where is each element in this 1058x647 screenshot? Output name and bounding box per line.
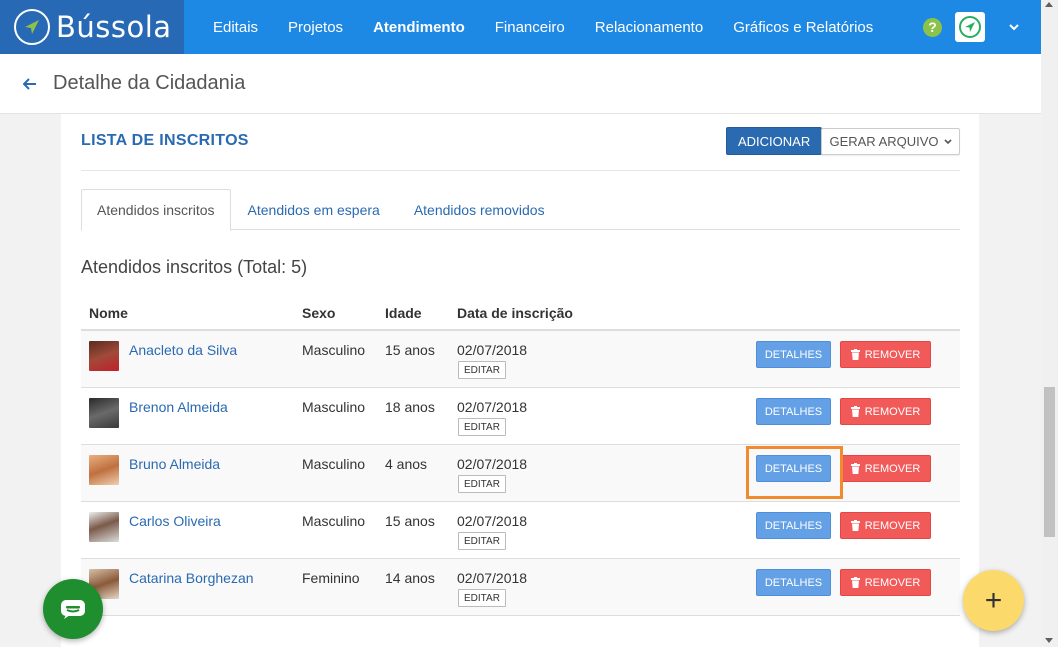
remove-label: REMOVER — [864, 348, 921, 361]
plus-icon: + — [984, 583, 1003, 617]
add-fab-button[interactable]: + — [963, 570, 1024, 631]
trash-icon — [850, 520, 860, 531]
remove-button[interactable]: REMOVER — [840, 512, 931, 539]
remove-label: REMOVER — [864, 462, 921, 475]
nav-item-graficos-relatorios[interactable]: Gráficos e Relatórios — [718, 19, 888, 36]
nav-item-financeiro[interactable]: Financeiro — [480, 19, 580, 36]
column-header-sex: Sexo — [302, 305, 336, 321]
column-header-name: Nome — [89, 305, 128, 321]
page-scrollbar[interactable] — [1041, 0, 1058, 647]
age-cell: 14 anos — [385, 570, 435, 586]
table-row: Carlos Oliveira Masculino 15 anos 02/07/… — [81, 502, 960, 559]
remove-button[interactable]: REMOVER — [840, 455, 931, 482]
chat-button[interactable] — [43, 579, 103, 639]
trash-icon — [850, 577, 860, 588]
age-cell: 15 anos — [385, 513, 435, 529]
edit-button[interactable]: EDITAR — [458, 532, 506, 550]
edit-button[interactable]: EDITAR — [458, 418, 506, 436]
card-title: LISTA DE INSCRITOS — [81, 132, 249, 149]
table-row: Catarina Borghezan Feminino 14 anos 02/0… — [81, 559, 960, 616]
help-icon[interactable]: ? — [923, 17, 942, 37]
subscriber-name-link[interactable]: Bruno Almeida — [129, 456, 220, 472]
nav-item-editais[interactable]: Editais — [198, 19, 273, 36]
remove-button[interactable]: REMOVER — [840, 569, 931, 596]
scroll-up-arrow-icon[interactable] — [1045, 2, 1053, 7]
avatar — [89, 455, 119, 485]
nav-item-projetos[interactable]: Projetos — [273, 19, 358, 36]
sex-cell: Masculino — [302, 513, 366, 529]
age-cell: 15 anos — [385, 342, 435, 358]
trash-icon — [850, 463, 860, 474]
sex-cell: Masculino — [302, 342, 366, 358]
subscriber-name-link[interactable]: Catarina Borghezan — [129, 570, 254, 586]
back-arrow-icon[interactable] — [23, 77, 37, 90]
top-navbar: Bússola Editais Projetos Atendimento Fin… — [0, 0, 1041, 54]
subscribers-card: LISTA DE INSCRITOS ADICIONAR GERAR ARQUI… — [61, 114, 979, 647]
age-cell: 18 anos — [385, 399, 435, 415]
subscriber-name-link[interactable]: Anacleto da Silva — [129, 342, 237, 358]
generate-file-label: GERAR ARQUIVO — [829, 134, 939, 149]
remove-label: REMOVER — [864, 519, 921, 532]
details-button[interactable]: DETALHES — [756, 512, 831, 539]
age-cell: 4 anos — [385, 456, 428, 472]
edit-button[interactable]: EDITAR — [458, 589, 506, 607]
trash-icon — [850, 406, 860, 417]
card-header: LISTA DE INSCRITOS ADICIONAR GERAR ARQUI… — [81, 114, 960, 171]
user-avatar[interactable] — [955, 12, 985, 42]
edit-button[interactable]: EDITAR — [458, 475, 506, 493]
tabs: Atendidos inscritos Atendidos em espera … — [81, 189, 960, 231]
remove-label: REMOVER — [864, 405, 921, 418]
details-button[interactable]: DETALHES — [756, 398, 831, 425]
page-header: Detalhe da Cidadania — [0, 54, 1041, 114]
tab-atendidos-inscritos[interactable]: Atendidos inscritos — [81, 189, 231, 231]
add-button[interactable]: ADICIONAR — [726, 127, 823, 155]
date-cell: 02/07/2018 — [457, 399, 528, 415]
sex-cell: Masculino — [302, 399, 366, 415]
subscriber-name-link[interactable]: Carlos Oliveira — [129, 513, 221, 529]
trash-icon — [850, 349, 860, 360]
scroll-thumb[interactable] — [1044, 387, 1055, 537]
chevron-down-icon — [943, 138, 952, 145]
generate-file-button[interactable]: GERAR ARQUIVO — [821, 128, 960, 155]
date-cell: 02/07/2018 — [457, 570, 528, 586]
scroll-down-arrow-icon[interactable] — [1045, 638, 1053, 643]
sex-cell: Feminino — [302, 570, 360, 586]
date-cell: 02/07/2018 — [457, 513, 528, 529]
nav-item-atendimento[interactable]: Atendimento — [358, 19, 480, 36]
avatar — [89, 398, 119, 428]
sex-cell: Masculino — [302, 456, 366, 472]
list-heading: Atendidos inscritos (Total: 5) — [81, 257, 308, 277]
compass-avatar-icon — [959, 16, 981, 38]
avatar — [89, 512, 119, 542]
remove-button[interactable]: REMOVER — [840, 398, 931, 425]
table-row: Anacleto da Silva Masculino 15 anos 02/0… — [81, 331, 960, 388]
details-button[interactable]: DETALHES — [756, 455, 831, 482]
page-title: Detalhe da Cidadania — [53, 72, 246, 94]
brand-name: Bússola — [56, 10, 172, 44]
subscriber-name-link[interactable]: Brenon Almeida — [129, 399, 228, 415]
remove-button[interactable]: REMOVER — [840, 341, 931, 368]
details-button[interactable]: DETALHES — [756, 569, 831, 596]
chat-icon — [61, 600, 85, 619]
subscribers-table: Nome Sexo Idade Data de inscrição Anacle… — [81, 297, 960, 616]
column-header-date: Data de inscrição — [457, 305, 573, 321]
column-header-age: Idade — [385, 305, 422, 321]
date-cell: 02/07/2018 — [457, 456, 528, 472]
nav-item-relacionamento[interactable]: Relacionamento — [580, 19, 718, 36]
table-header: Nome Sexo Idade Data de inscrição — [81, 297, 960, 331]
compass-logo-icon — [14, 9, 50, 45]
details-button[interactable]: DETALHES — [756, 341, 831, 368]
tab-atendidos-removidos[interactable]: Atendidos removidos — [397, 189, 562, 230]
remove-label: REMOVER — [864, 576, 921, 589]
table-row: Brenon Almeida Masculino 18 anos 02/07/2… — [81, 388, 960, 445]
date-cell: 02/07/2018 — [457, 342, 528, 358]
edit-button[interactable]: EDITAR — [458, 361, 506, 379]
tab-atendidos-em-espera[interactable]: Atendidos em espera — [231, 189, 397, 230]
brand[interactable]: Bússola — [0, 0, 184, 54]
table-row: Bruno Almeida Masculino 4 anos 02/07/201… — [81, 445, 960, 502]
main-nav: Editais Projetos Atendimento Financeiro … — [198, 19, 888, 36]
avatar — [89, 341, 119, 371]
chevron-down-icon[interactable] — [1009, 23, 1019, 31]
nav-right: ? — [923, 0, 1041, 54]
